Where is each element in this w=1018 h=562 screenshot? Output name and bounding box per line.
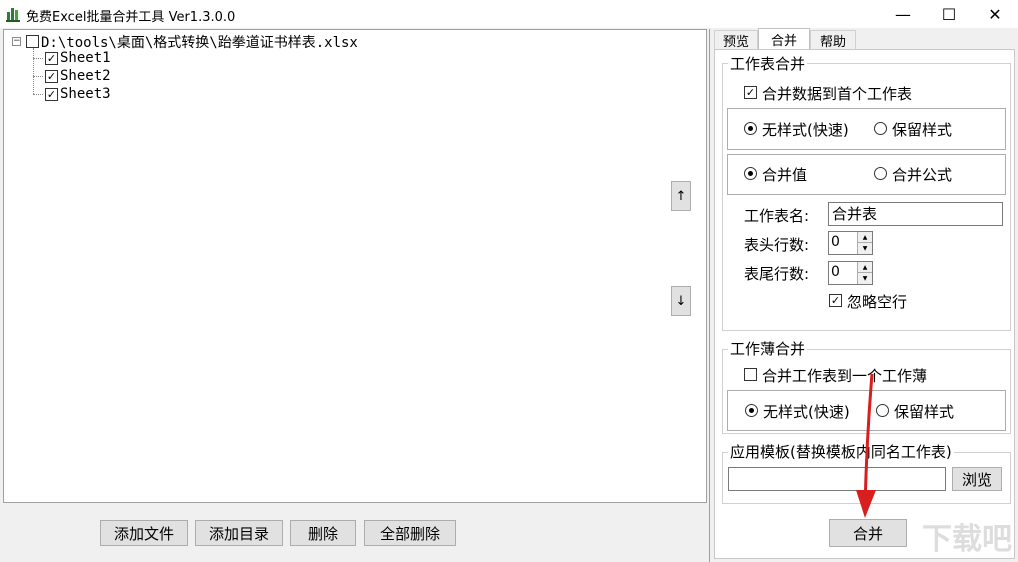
maximize-button[interactable]: ☐ xyxy=(926,0,972,28)
merge-formula-label[interactable]: 合并公式 xyxy=(892,164,952,185)
annotation-arrow-icon xyxy=(856,373,876,518)
style-keep-label[interactable]: 保留样式 xyxy=(892,119,952,140)
tree-connector xyxy=(33,76,43,77)
spin-down-icon[interactable]: ▼ xyxy=(858,273,872,284)
tree-sheet-item[interactable]: Sheet3 xyxy=(60,86,111,102)
minimize-button[interactable]: — xyxy=(880,0,926,28)
book-style-none-radio[interactable] xyxy=(745,404,758,417)
sheet-name-input[interactable]: 合并表 xyxy=(828,202,1003,226)
ignore-blank-label[interactable]: 忽略空行 xyxy=(847,291,907,312)
tree-sheet-item[interactable]: Sheet2 xyxy=(60,68,111,84)
template-path-input[interactable] xyxy=(728,467,946,491)
tab-help[interactable]: 帮助 xyxy=(810,30,856,50)
sheet2-checkbox[interactable]: ✓ xyxy=(45,70,58,83)
merge-to-first-label[interactable]: 合并数据到首个工作表 xyxy=(762,83,912,104)
tree-root-file[interactable]: D:\tools\桌面\格式转换\跆拳道证书样表.xlsx xyxy=(41,32,358,52)
move-down-button[interactable]: ↓ xyxy=(671,286,691,316)
sheet3-checkbox[interactable]: ✓ xyxy=(45,88,58,101)
add-directory-button[interactable]: 添加目录 xyxy=(195,520,283,546)
header-rows-stepper[interactable]: 0 ▲ ▼ xyxy=(828,231,873,255)
tab-merge[interactable]: 合并 xyxy=(758,28,810,50)
delete-button[interactable]: 删除 xyxy=(290,520,356,546)
footer-rows-stepper[interactable]: 0 ▲ ▼ xyxy=(828,261,873,285)
tree-connector xyxy=(33,94,43,95)
tree-connector xyxy=(33,58,43,59)
tab-preview[interactable]: 预览 xyxy=(714,30,758,50)
delete-all-button[interactable]: 全部删除 xyxy=(364,520,456,546)
add-file-button[interactable]: 添加文件 xyxy=(100,520,188,546)
file-tree-panel[interactable]: − D:\tools\桌面\格式转换\跆拳道证书样表.xlsx ✓ Sheet1… xyxy=(3,29,707,503)
book-style-none-label[interactable]: 无样式(快速) xyxy=(763,401,850,422)
merge-button[interactable]: 合并 xyxy=(829,519,907,547)
merge-to-one-label[interactable]: 合并工作表到一个工作薄 xyxy=(762,365,927,386)
style-keep-radio[interactable] xyxy=(874,122,887,135)
style-none-radio[interactable] xyxy=(744,122,757,135)
merge-to-one-checkbox[interactable] xyxy=(744,368,757,381)
footer-rows-value[interactable]: 0 xyxy=(831,264,840,280)
stepper-buttons: ▲ ▼ xyxy=(857,262,872,284)
sheet-merge-title: 工作表合并 xyxy=(728,53,808,74)
move-up-button[interactable]: ↑ xyxy=(671,181,691,211)
window-title: 免费Excel批量合并工具 Ver1.3.0.0 xyxy=(26,10,236,25)
stepper-buttons: ▲ ▼ xyxy=(857,232,872,254)
tree-sheet-item[interactable]: Sheet1 xyxy=(60,50,111,66)
browse-button[interactable]: 浏览 xyxy=(952,467,1002,491)
book-merge-title: 工作薄合并 xyxy=(728,338,808,359)
close-button[interactable]: ✕ xyxy=(972,0,1018,28)
merge-to-first-checkbox[interactable]: ✓ xyxy=(744,86,757,99)
merge-formula-radio[interactable] xyxy=(874,167,887,180)
book-style-keep-label[interactable]: 保留样式 xyxy=(894,401,954,422)
panel-splitter[interactable] xyxy=(709,29,710,562)
merge-values-radio[interactable] xyxy=(744,167,757,180)
sheet-name-label: 工作表名: xyxy=(744,207,810,225)
root-checkbox[interactable] xyxy=(26,35,39,48)
spin-up-icon[interactable]: ▲ xyxy=(858,262,872,273)
style-none-label[interactable]: 无样式(快速) xyxy=(762,119,849,140)
template-title: 应用模板(替换模板内同名工作表) xyxy=(728,441,954,462)
title-bar: 免费Excel批量合并工具 Ver1.3.0.0 — ☐ ✕ xyxy=(0,0,1018,28)
sheet1-checkbox[interactable]: ✓ xyxy=(45,52,58,65)
collapse-icon[interactable]: − xyxy=(12,37,21,46)
footer-rows-label: 表尾行数: xyxy=(744,265,810,283)
merge-values-label[interactable]: 合并值 xyxy=(762,164,807,185)
spin-down-icon[interactable]: ▼ xyxy=(858,243,872,254)
header-rows-value[interactable]: 0 xyxy=(831,234,840,250)
watermark-logo: 下载吧 xyxy=(922,522,1012,557)
tree-connector xyxy=(33,48,34,94)
ignore-blank-checkbox[interactable]: ✓ xyxy=(829,294,842,307)
app-icon xyxy=(6,8,20,22)
spin-up-icon[interactable]: ▲ xyxy=(858,232,872,243)
header-rows-label: 表头行数: xyxy=(744,236,810,254)
